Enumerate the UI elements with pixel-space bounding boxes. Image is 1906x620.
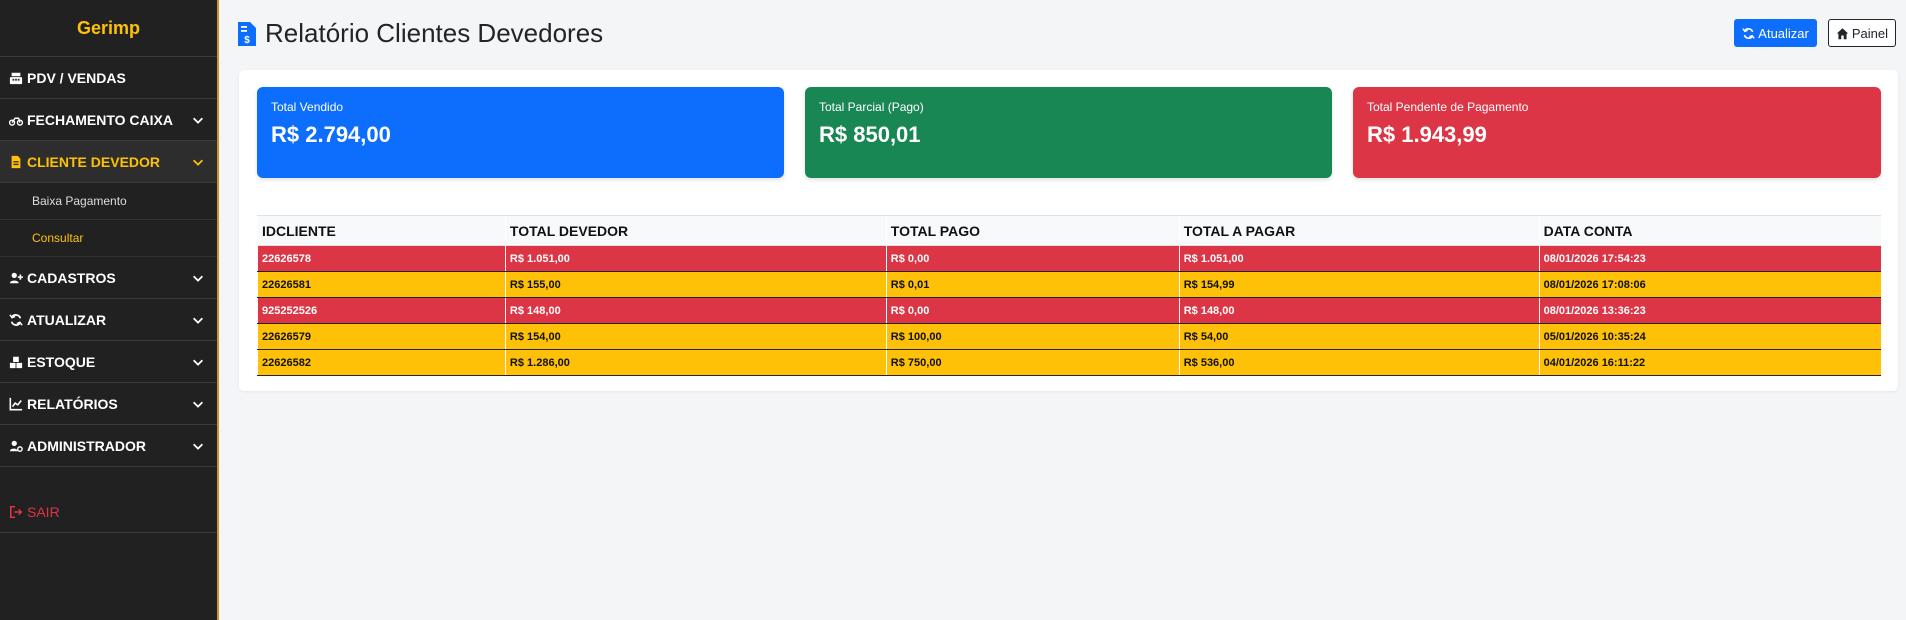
sidebar-item-label: PDV / VENDAS (27, 69, 126, 86)
card-title: Total Vendido (271, 100, 344, 114)
file-invoice-icon (11, 155, 21, 168)
motorcycle-icon (9, 117, 23, 126)
sidebar-item-fechamento-caixa[interactable]: FECHAMENTO CAIXA (0, 99, 217, 141)
card-value: R$ 850,01 (819, 122, 921, 147)
table-row[interactable]: 925252526 R$ 148,00 R$ 0,00 R$ 148,00 08… (257, 297, 1881, 324)
cell-idcliente: 22626579 (257, 323, 506, 350)
cell-data-conta: 08/01/2026 17:08:06 (1538, 271, 1881, 298)
sidebar: Gerimp PDV / VENDAS FECHAMENTO CAIXA CLI… (0, 0, 219, 620)
sidebar-item-label: RELATÓRIOS (27, 395, 118, 412)
report-panel: Total Vendido R$ 2.794,00 Total Parcial … (239, 70, 1898, 391)
chevron-down-icon (193, 401, 203, 408)
refresh-label: Atualizar (1758, 25, 1809, 41)
chevron-down-icon (193, 159, 203, 166)
page-header: $ Relatório Clientes Devedores (237, 18, 603, 49)
cell-total-a-pagar: R$ 1.051,00 (1178, 245, 1540, 272)
card-title: Total Pendente de Pagamento (1367, 100, 1529, 114)
cash-register-icon (9, 72, 23, 84)
sidebar-item-label: ATUALIZAR (27, 311, 107, 328)
card-total-parcial: Total Parcial (Pago) R$ 850,01 (805, 87, 1332, 178)
column-header-total-a-pagar[interactable]: TOTAL A PAGAR (1178, 215, 1540, 246)
cell-idcliente: 22626578 (257, 245, 506, 272)
debtors-table: IDCLIENTE TOTAL DEVEDOR TOTAL PAGO TOTAL… (257, 215, 1881, 376)
sign-out-icon (9, 505, 23, 518)
column-header-total-pago[interactable]: TOTAL PAGO (885, 215, 1180, 246)
sidebar-item-pdv[interactable]: PDV / VENDAS (0, 57, 217, 99)
card-value: R$ 2.794,00 (271, 122, 391, 147)
page-title: Relatório Clientes Devedores (265, 18, 604, 48)
sidebar-item-administrador[interactable]: ADMINISTRADOR (0, 425, 217, 467)
cell-total-devedor: R$ 1.051,00 (504, 245, 887, 272)
sync-icon (9, 313, 23, 326)
card-total-vendido: Total Vendido R$ 2.794,00 (257, 87, 784, 178)
cell-total-devedor: R$ 154,00 (504, 323, 887, 350)
column-header-idcliente[interactable]: IDCLIENTE (257, 215, 506, 246)
cell-total-pago: R$ 0,00 (885, 245, 1180, 272)
sidebar-item-cliente-devedor[interactable]: CLIENTE DEVEDOR (0, 141, 217, 183)
sidebar-item-label: CLIENTE DEVEDOR (27, 153, 161, 170)
cell-total-a-pagar: R$ 536,00 (1178, 349, 1540, 376)
cell-total-pago: R$ 0,01 (885, 271, 1180, 298)
chart-line-icon (9, 397, 23, 410)
sidebar-item-label: ADMINISTRADOR (27, 437, 146, 454)
table-row[interactable]: 22626579 R$ 154,00 R$ 100,00 R$ 54,00 05… (257, 323, 1881, 350)
sidebar-subitem-consultar[interactable]: Consultar (0, 220, 217, 257)
home-icon (1836, 27, 1849, 39)
table-header-row: IDCLIENTE TOTAL DEVEDOR TOTAL PAGO TOTAL… (257, 215, 1881, 246)
sidebar-item-estoque[interactable]: ESTOQUE (0, 341, 217, 383)
header-actions: Atualizar Painel (1734, 19, 1896, 47)
chevron-down-icon (193, 275, 203, 282)
sidebar-item-label: FECHAMENTO CAIXA (27, 111, 173, 128)
chevron-down-icon (193, 117, 203, 124)
cell-data-conta: 08/01/2026 13:36:23 (1538, 297, 1881, 324)
column-header-total-devedor[interactable]: TOTAL DEVEDOR (504, 215, 887, 246)
user-plus-icon (9, 272, 23, 283)
cell-data-conta: 04/01/2026 16:11:22 (1538, 349, 1881, 376)
sidebar-item-cadastros[interactable]: CADASTROS (0, 257, 217, 299)
cell-data-conta: 05/01/2026 10:35:24 (1538, 323, 1881, 350)
user-cog-icon (9, 440, 23, 452)
cell-total-pago: R$ 750,00 (885, 349, 1180, 376)
table-row[interactable]: 22626581 R$ 155,00 R$ 0,01 R$ 154,99 08/… (257, 271, 1881, 298)
cell-total-a-pagar: R$ 154,99 (1178, 271, 1540, 298)
dashboard-button[interactable]: Painel (1827, 19, 1896, 47)
cell-total-pago: R$ 0,00 (885, 297, 1180, 324)
cell-total-devedor: R$ 148,00 (504, 297, 887, 324)
card-total-pendente: Total Pendente de Pagamento R$ 1.943,99 (1353, 87, 1881, 178)
table-row[interactable]: 22626578 R$ 1.051,00 R$ 0,00 R$ 1.051,00… (257, 245, 1881, 272)
sidebar-item-label: ESTOQUE (27, 353, 96, 370)
cell-total-devedor: R$ 155,00 (504, 271, 887, 298)
svg-text:$: $ (244, 35, 250, 46)
sidebar-item-relatorios[interactable]: RELATÓRIOS (0, 383, 217, 425)
cell-total-pago: R$ 100,00 (885, 323, 1180, 350)
chevron-down-icon (193, 359, 203, 366)
cell-idcliente: 22626581 (257, 271, 506, 298)
cell-total-devedor: R$ 1.286,00 (504, 349, 887, 376)
sync-icon (1742, 27, 1755, 39)
card-title: Total Parcial (Pago) (819, 100, 924, 114)
cell-idcliente: 925252526 (257, 297, 506, 324)
column-header-data-conta[interactable]: DATA CONTA (1538, 215, 1881, 246)
logout-label: SAIR (27, 503, 60, 520)
boxes-icon (9, 356, 23, 368)
file-invoice-dollar-icon: $ (238, 21, 256, 46)
chevron-down-icon (193, 443, 203, 450)
cell-total-a-pagar: R$ 148,00 (1178, 297, 1540, 324)
card-value: R$ 1.943,99 (1367, 122, 1487, 147)
brand-logo[interactable]: Gerimp (0, 0, 217, 57)
chevron-down-icon (193, 317, 203, 324)
sidebar-item-atualizar[interactable]: ATUALIZAR (0, 299, 217, 341)
logout-button[interactable]: SAIR (0, 491, 217, 533)
cell-data-conta: 08/01/2026 17:54:23 (1538, 245, 1881, 272)
refresh-button[interactable]: Atualizar (1734, 19, 1817, 47)
sidebar-subitem-baixa-pagamento[interactable]: Baixa Pagamento (0, 183, 217, 220)
dashboard-label: Painel (1851, 25, 1888, 41)
sidebar-item-label: CADASTROS (27, 269, 116, 286)
table-row[interactable]: 22626582 R$ 1.286,00 R$ 750,00 R$ 536,00… (257, 349, 1881, 376)
cell-idcliente: 22626582 (257, 349, 506, 376)
cell-total-a-pagar: R$ 54,00 (1178, 323, 1540, 350)
